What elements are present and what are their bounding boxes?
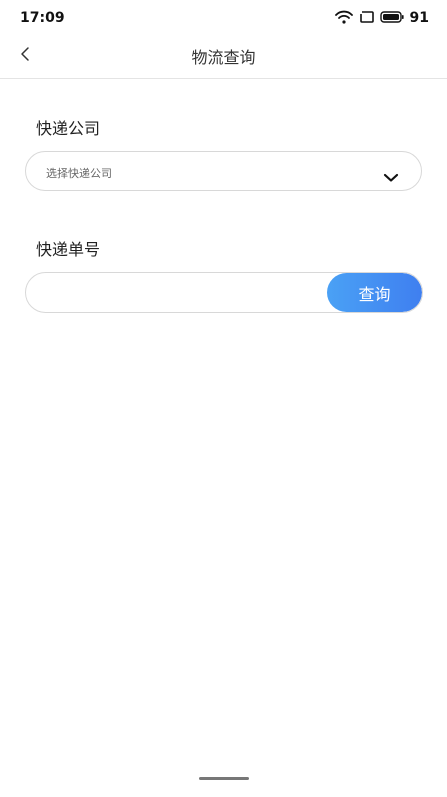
page-title: 物流查询 [191,48,256,67]
nav-bar: 物流查询 [0,36,447,79]
tracking-field: 查询 [25,272,423,313]
chevron-down-icon [383,168,399,182]
query-button[interactable]: 查询 [327,273,422,312]
company-label: 快递公司 [36,119,101,138]
battery-icon [379,9,404,28]
status-bar: 17:09 91 [0,0,447,36]
home-indicator[interactable] [199,777,249,780]
battery-level: 91 [409,10,429,26]
wifi-icon [334,9,353,28]
company-placeholder: 选择快递公司 [46,167,112,180]
tracking-number-input[interactable] [44,273,328,312]
company-select[interactable]: 选择快递公司 [25,151,422,191]
tracking-label: 快递单号 [36,240,101,259]
status-time: 17:09 [20,10,65,26]
status-icons: 91 [334,9,429,28]
screen-icon [359,9,374,28]
